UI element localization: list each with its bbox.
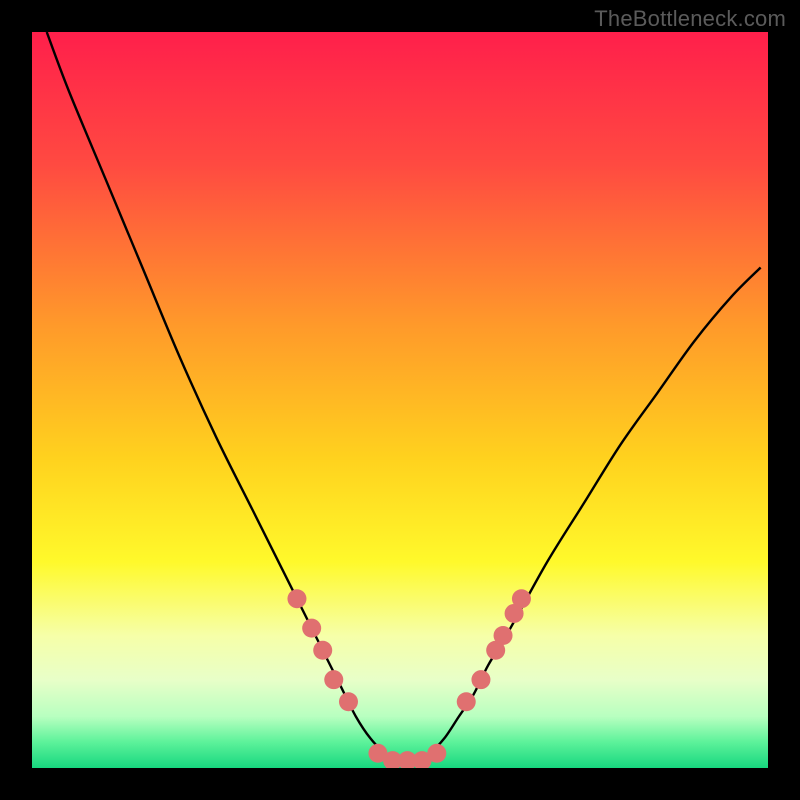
data-marker [471, 670, 490, 689]
data-marker [512, 589, 531, 608]
data-marker [287, 589, 306, 608]
data-marker [324, 670, 343, 689]
data-marker [494, 626, 513, 645]
data-marker [302, 619, 321, 638]
plot-background [32, 32, 768, 768]
chart-plot [32, 32, 768, 768]
watermark-text: TheBottleneck.com [594, 6, 786, 32]
data-marker [457, 692, 476, 711]
data-marker [313, 641, 332, 660]
chart-frame: TheBottleneck.com [0, 0, 800, 800]
data-marker [339, 692, 358, 711]
data-marker [427, 744, 446, 763]
